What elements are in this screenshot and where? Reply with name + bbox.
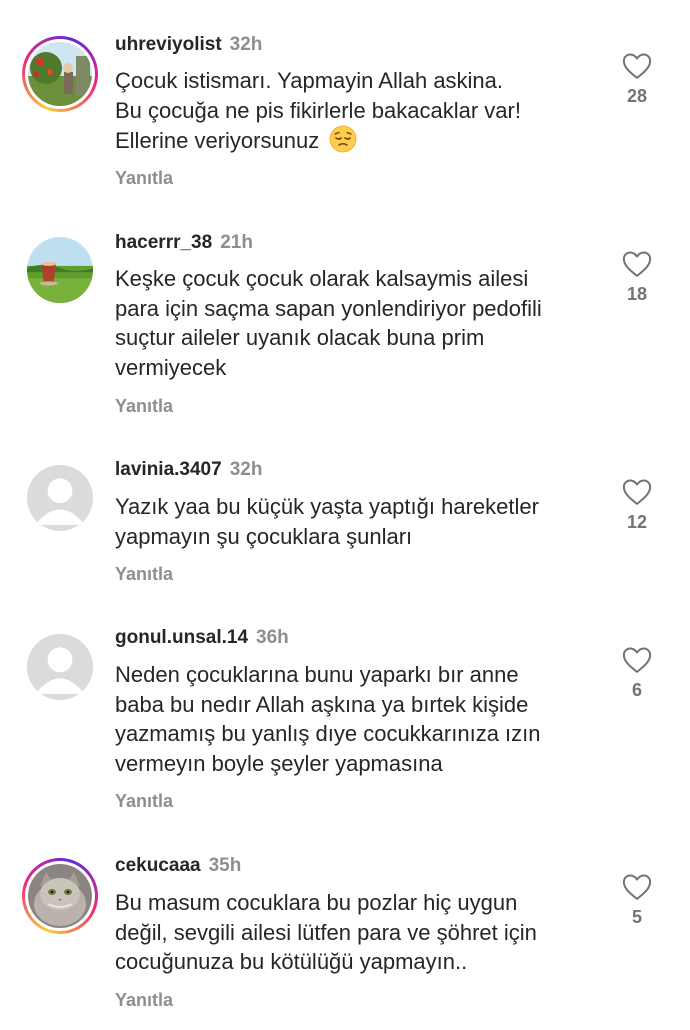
username[interactable]: lavinia.3407 (115, 459, 222, 480)
timestamp: 32h (229, 34, 263, 55)
comment-text: Yazık yaa bu küçük yaşta yaptığı hareket… (115, 494, 539, 549)
username[interactable]: hacerrr_38 (115, 232, 212, 253)
avatar (28, 864, 92, 928)
heart-icon[interactable] (622, 250, 652, 278)
comment-text-block: Çocuk istismarı. Yapmayin Allah askina. … (115, 66, 610, 156)
like-count: 12 (626, 512, 648, 532)
like-count: 18 (626, 284, 648, 304)
avatar-wrap[interactable] (22, 629, 98, 705)
pensive-face-icon (329, 125, 357, 153)
avatar (27, 237, 93, 303)
like-count: 5 (631, 907, 642, 927)
reply-button[interactable]: Yanıtla (115, 168, 173, 189)
reply-button[interactable]: Yanıtla (115, 396, 173, 417)
username[interactable]: gonul.unsal.14 (115, 627, 248, 648)
avatar-story-ring[interactable] (22, 858, 98, 934)
heart-icon[interactable] (622, 646, 652, 674)
timestamp: 32h (229, 459, 263, 480)
heart-icon[interactable] (622, 52, 652, 80)
avatar-wrap[interactable] (22, 460, 98, 536)
username[interactable]: cekucaaa (115, 855, 201, 876)
timestamp: 35h (208, 855, 242, 876)
avatar (28, 42, 92, 106)
reply-button[interactable]: Yanıtla (115, 564, 173, 585)
reply-button[interactable]: Yanıtla (115, 990, 173, 1011)
comment-text: Neden çocuklarına bunu yaparkı bır anne … (115, 662, 541, 776)
comment-text: Keşke çocuk çocuk olarak kalsaymis ailes… (115, 266, 542, 380)
heart-icon[interactable] (622, 873, 652, 901)
like-count: 6 (631, 680, 642, 700)
timestamp: 21h (220, 232, 253, 253)
timestamp: 36h (256, 627, 289, 648)
reply-button[interactable]: Yanıtla (115, 791, 173, 812)
avatar-wrap[interactable] (22, 232, 98, 308)
avatar-story-ring[interactable] (22, 36, 98, 112)
comment-text: Bu masum cocuklara bu pozlar hiç uygun d… (115, 890, 537, 974)
heart-icon[interactable] (622, 478, 652, 506)
default-avatar (27, 465, 93, 531)
like-count: 28 (626, 86, 648, 106)
default-avatar (27, 634, 93, 700)
comment-text: Çocuk istismarı. Yapmayin Allah askina. … (115, 68, 521, 153)
username[interactable]: uhreviyolist (115, 34, 222, 55)
